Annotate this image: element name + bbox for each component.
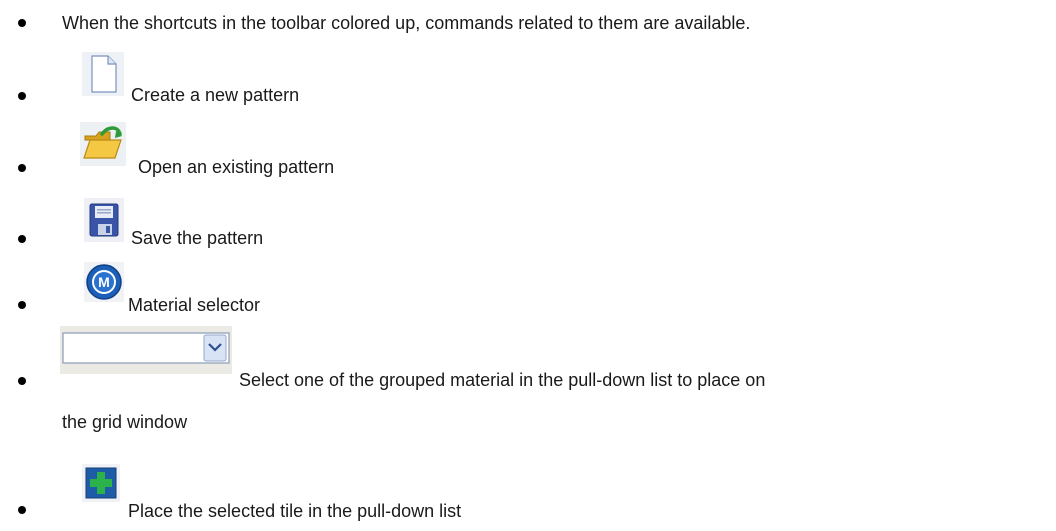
material-m-icon: M bbox=[84, 262, 124, 302]
list-item: M Material selector bbox=[0, 256, 1056, 316]
list-item: Save the pattern bbox=[0, 188, 1056, 256]
floppy-save-icon bbox=[84, 198, 124, 242]
list-item: Create a new pattern bbox=[0, 48, 1056, 106]
dropdown-select-icon bbox=[60, 326, 232, 374]
list-item: Place the selected tile in the pull-down… bbox=[0, 446, 1056, 531]
list-item-text: Material selector bbox=[128, 295, 261, 315]
list-item-text: Save the pattern bbox=[131, 228, 264, 248]
list-item-text: Open an existing pattern bbox=[138, 157, 335, 177]
list-item-text: Create a new pattern bbox=[131, 85, 300, 105]
bullet bbox=[18, 235, 26, 243]
bullet bbox=[18, 19, 26, 27]
bullet bbox=[18, 164, 26, 172]
instruction-list: When the shortcuts in the toolbar colore… bbox=[0, 0, 1056, 531]
bullet bbox=[18, 301, 26, 309]
list-item: Select one of the grouped material in th… bbox=[0, 326, 1056, 446]
list-item: Open an existing pattern bbox=[0, 120, 1056, 180]
list-item-text-continued: the grid window bbox=[62, 412, 188, 432]
bullet bbox=[18, 506, 26, 514]
list-item: When the shortcuts in the toolbar colore… bbox=[0, 0, 1056, 40]
list-item-text: Select one of the grouped material in th… bbox=[239, 370, 766, 390]
svg-text:M: M bbox=[98, 274, 110, 290]
new-document-icon bbox=[82, 52, 124, 96]
bullet bbox=[18, 377, 26, 385]
list-item-text: When the shortcuts in the toolbar colore… bbox=[62, 13, 751, 33]
list-item-text: Place the selected tile in the pull-down… bbox=[128, 501, 462, 521]
open-folder-icon bbox=[80, 122, 126, 166]
place-tile-icon bbox=[82, 464, 120, 502]
bullet bbox=[18, 92, 26, 100]
